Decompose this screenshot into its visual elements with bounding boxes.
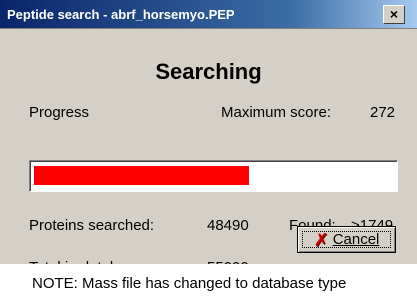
max-score-value: 272 [370,104,396,121]
title-bar[interactable]: Peptide search - abrf_horsemyo.PEP × [0,0,417,29]
close-icon[interactable]: × [383,5,405,24]
cancel-button[interactable]: ✗ Cancel [297,226,396,253]
note-bar: NOTE: Mass file has changed to database … [0,264,417,300]
max-score-label: Maximum score: [221,104,332,121]
progress-fill [34,166,249,185]
proteins-searched-value: 48490 [207,217,249,234]
proteins-searched-label: Proteins searched: [29,217,155,234]
status-heading: Searching [155,59,262,84]
progress-label: Progress [29,104,90,121]
focus-rectangle [302,231,391,248]
dialog-body: Searching Progress Maximum score: 272 Pr… [0,29,417,300]
note-text: NOTE: Mass file has changed to database … [32,275,347,292]
progress-bar [29,160,398,192]
window-title: Peptide search - abrf_horsemyo.PEP [7,7,235,22]
